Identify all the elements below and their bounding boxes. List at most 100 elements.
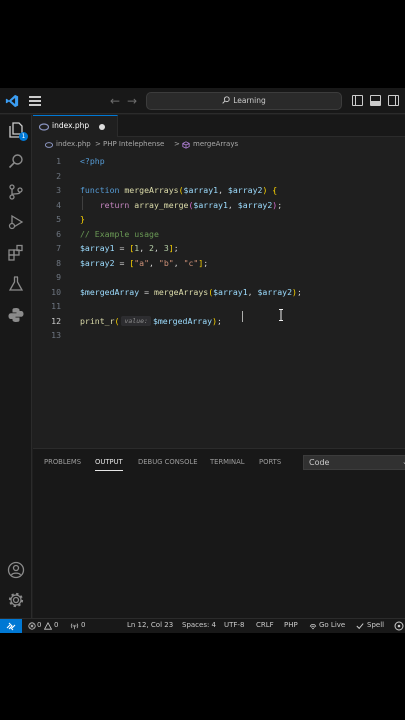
code-token: ;	[277, 199, 283, 210]
spell-button[interactable]: Spell	[367, 621, 384, 629]
forward-arrow-icon[interactable]: →	[125, 93, 139, 109]
code-token: $mergedArray	[152, 315, 213, 326]
line-number: 1	[56, 156, 61, 166]
code-token: ,	[247, 286, 258, 297]
panel-tab-problems[interactable]: PROBLEMS	[44, 458, 81, 466]
menu-icon[interactable]	[29, 96, 41, 106]
toggle-primary-sidebar-icon[interactable]	[352, 95, 363, 106]
ports-count[interactable]: 0	[81, 621, 85, 629]
code-line: $array1 = [1, 2, 3];	[80, 243, 179, 253]
code-token: }	[80, 214, 85, 224]
code-token: ;	[217, 315, 222, 326]
code-line: print_r(value: $mergedArray);	[80, 315, 222, 326]
code-token: function	[80, 185, 125, 195]
code-token: (	[114, 315, 120, 326]
bottom-panel: PROBLEMS OUTPUT DEBUG CONSOLE TERMINAL P…	[33, 448, 405, 618]
panel-tab-debug-console[interactable]: DEBUG CONSOLE	[138, 458, 198, 466]
settings-gear-icon[interactable]	[7, 591, 25, 609]
panel-tab-terminal[interactable]: TERMINAL	[210, 458, 245, 466]
breadcrumb: index.php > PHP Intelephense > mergeArra…	[33, 138, 405, 152]
spell-check-icon	[356, 623, 364, 630]
line-number: 3	[56, 185, 61, 195]
php-file-icon	[45, 142, 53, 148]
line-number: 13	[51, 330, 61, 340]
code-token: "b"	[158, 257, 174, 268]
toggle-secondary-sidebar-icon[interactable]	[388, 95, 399, 106]
code-token: ,	[173, 257, 184, 268]
error-icon	[28, 622, 36, 630]
tab-index-php[interactable]: index.php	[33, 115, 118, 137]
line-number: 9	[56, 272, 61, 282]
go-live-icon	[309, 624, 317, 630]
code-token: ,	[149, 257, 159, 268]
php-file-icon	[39, 123, 49, 131]
remote-indicator[interactable]	[0, 619, 22, 633]
inlay-hint: value:	[121, 315, 151, 326]
code-token: print_r	[80, 315, 115, 326]
accounts-icon[interactable]	[7, 561, 25, 579]
code-token: =	[139, 286, 154, 297]
mouse-ibeam-icon	[279, 309, 283, 321]
status-bar: 0 0 0 Ln 12, Col 23 Spaces: 4 UTF-8 CRLF…	[0, 618, 405, 633]
command-center-label: Learning	[233, 96, 266, 105]
code-token: "a"	[134, 257, 150, 268]
run-debug-icon[interactable]	[7, 213, 25, 231]
code-editor[interactable]: 1 <?php 2 3 function mergeArrays($array1, $a…	[33, 152, 405, 442]
breadcrumb-extension[interactable]: PHP Intelephense	[103, 140, 164, 148]
encoding[interactable]: UTF-8	[224, 621, 244, 629]
testing-flask-icon[interactable]	[7, 275, 25, 293]
code-token: ;	[173, 243, 179, 253]
line-number: 6	[56, 228, 61, 239]
search-icon[interactable]	[7, 152, 25, 170]
code-line: $mergedArray = mergeArrays($array1, $arr…	[80, 287, 302, 297]
code-token: $array1	[80, 243, 115, 253]
cursor-position[interactable]: Ln 12, Col 23	[127, 621, 173, 629]
line-number: 4	[56, 199, 61, 210]
line-number: 12	[51, 315, 61, 326]
unsaved-dot-icon[interactable]	[99, 124, 105, 130]
code-token: $array2	[227, 185, 263, 195]
text-cursor	[242, 311, 243, 322]
breadcrumb-file[interactable]: index.php	[56, 140, 91, 148]
code-token: =	[114, 243, 130, 253]
command-center-search[interactable]: Learning	[146, 92, 342, 110]
code-token: ,	[153, 243, 164, 253]
code-line: return array_merge($array1, $array2);	[80, 200, 282, 210]
code-line: function mergeArrays($array1, $array2) {	[80, 185, 277, 195]
warning-count[interactable]: 0	[54, 621, 58, 629]
breadcrumb-symbol[interactable]: mergeArrays	[193, 140, 238, 148]
notifications-icon[interactable]	[394, 621, 404, 631]
back-arrow-icon[interactable]: ←	[108, 93, 122, 109]
method-cube-icon	[182, 141, 190, 149]
code-line: // Example usage	[80, 229, 159, 239]
title-bar: ← → Learning	[0, 88, 405, 114]
vscode-window: ← → Learning 1 index.php index.php > PHP…	[0, 88, 405, 633]
code-token: $mergedArray	[80, 286, 140, 297]
code-token: return	[99, 199, 135, 210]
explorer-icon[interactable]: 1	[7, 121, 28, 141]
code-token: // Example usage	[80, 228, 159, 239]
panel-tab-output[interactable]: OUTPUT	[95, 458, 123, 471]
error-count[interactable]: 0	[37, 621, 41, 629]
source-control-icon[interactable]	[7, 183, 25, 201]
end-of-line[interactable]: CRLF	[256, 621, 274, 629]
output-source-value: Code	[309, 458, 330, 467]
indentation[interactable]: Spaces: 4	[182, 621, 216, 629]
code-token: ,	[139, 243, 150, 253]
search-icon	[222, 96, 230, 104]
panel-tab-ports[interactable]: PORTS	[259, 458, 281, 466]
toggle-panel-icon[interactable]	[370, 95, 381, 106]
breadcrumb-separator: >	[95, 140, 101, 148]
code-token: "c"	[183, 257, 199, 268]
line-number: 5	[56, 214, 61, 224]
extensions-icon[interactable]	[7, 244, 25, 262]
python-icon[interactable]	[7, 306, 25, 324]
code-token: mergeArrays	[153, 286, 209, 297]
code-token: ,	[227, 199, 238, 210]
code-token: $array1	[213, 286, 248, 297]
language-mode[interactable]: PHP	[284, 621, 298, 629]
code-token: array_merge	[134, 199, 189, 210]
output-source-select[interactable]: Code ⌄	[303, 455, 405, 470]
code-token: $array1	[193, 199, 228, 210]
go-live-button[interactable]: Go Live	[319, 621, 345, 629]
